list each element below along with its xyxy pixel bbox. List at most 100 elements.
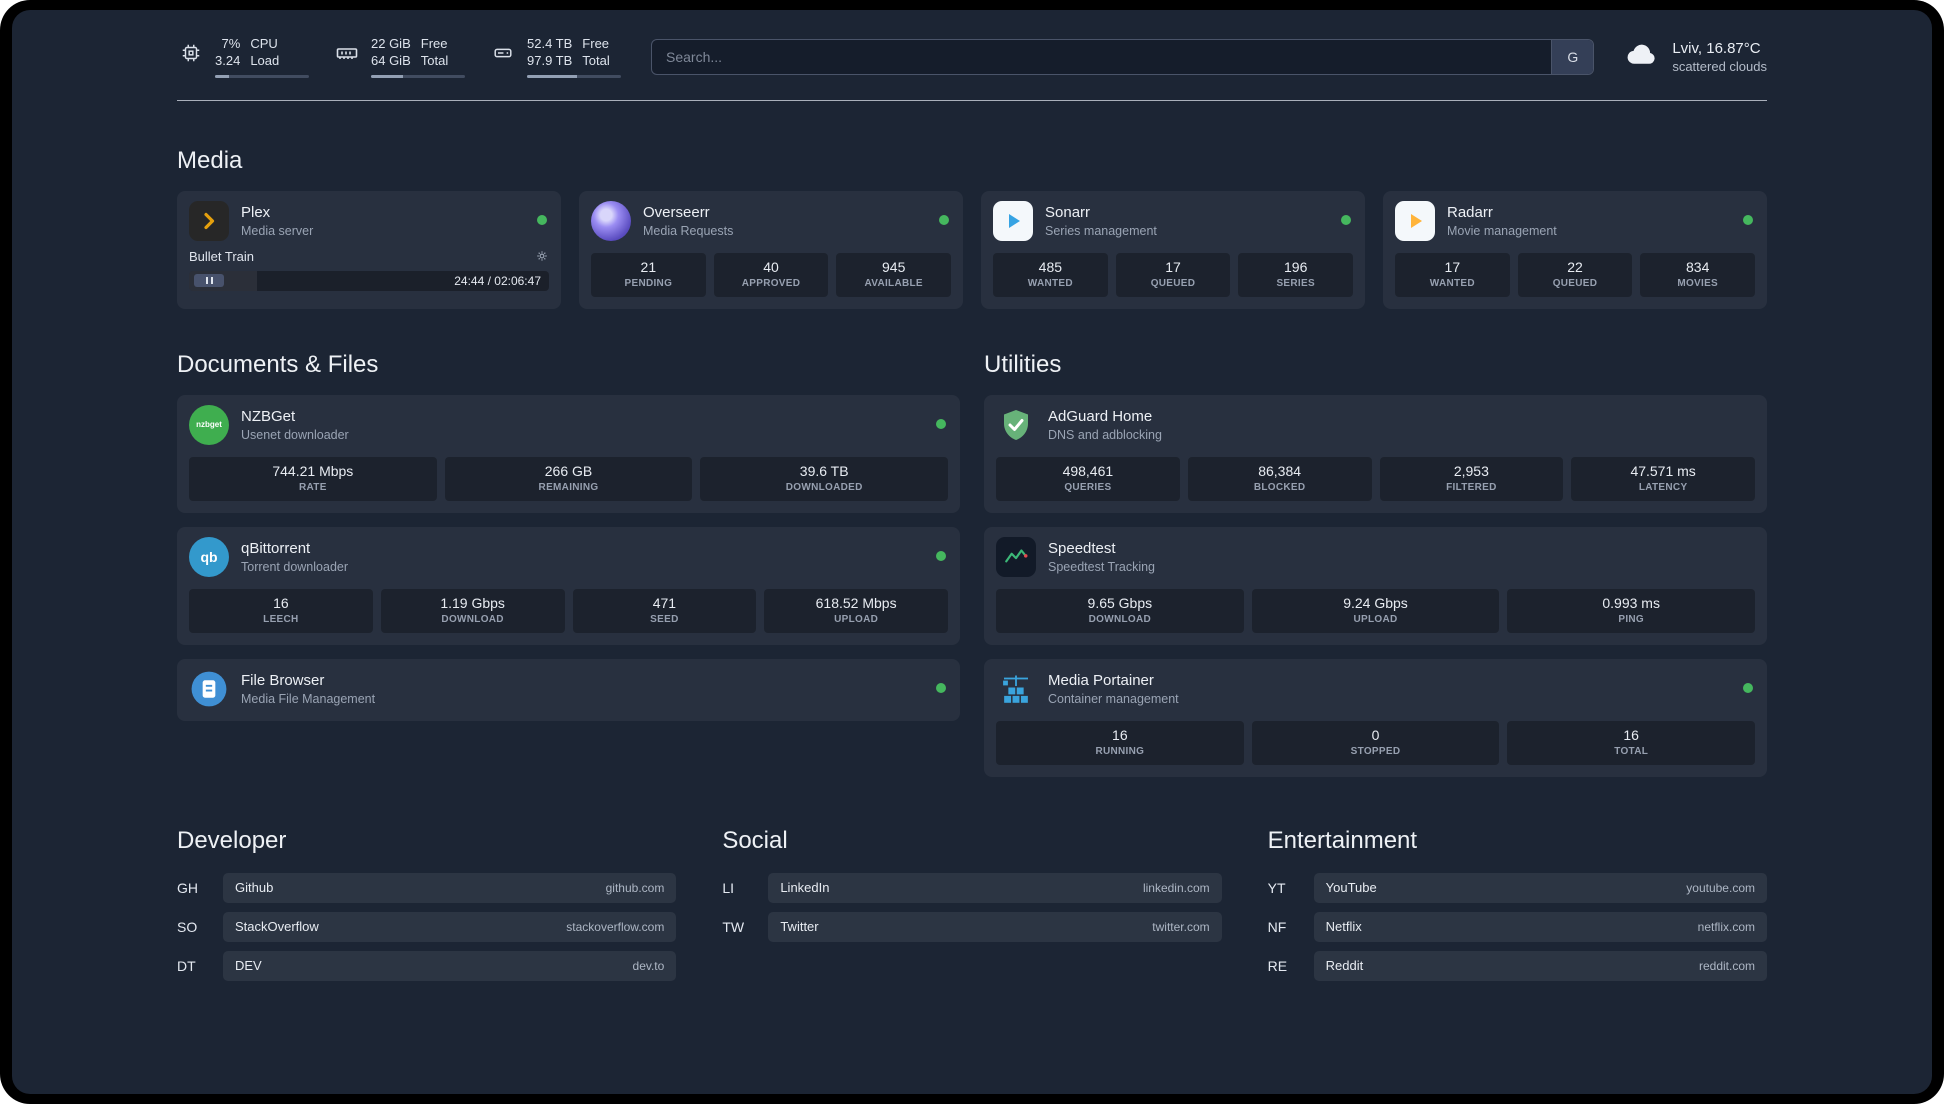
bookmarks-developer: Developer GH Github github.com SO StackO… (177, 827, 677, 990)
qbittorrent-icon: qb (189, 536, 229, 577)
bookmark-twitter[interactable]: TW Twitter twitter.com (722, 911, 1222, 942)
player-settings-gear-icon[interactable] (535, 249, 549, 263)
status-dot (1341, 214, 1351, 225)
service-card-portainer[interactable]: Media Portainer Container management 16 … (984, 658, 1767, 777)
disk-free-value: 52.4 TB (527, 36, 573, 51)
stat-upload: 618.52 Mbps UPLOAD (764, 588, 948, 633)
bookmark-name: Twitter (780, 919, 819, 935)
service-name: AdGuard Home (1048, 407, 1153, 425)
search-input[interactable] (652, 39, 1552, 74)
stat-filtered: 2,953 FILTERED (1379, 456, 1564, 501)
bookmark-reddit[interactable]: RE Reddit reddit.com (1267, 950, 1767, 981)
bookmark-linkedin[interactable]: LI LinkedIn linkedin.com (722, 872, 1222, 903)
service-desc: Usenet downloader (241, 427, 349, 442)
service-desc: Series management (1045, 223, 1157, 238)
bookmarks-social: Social LI LinkedIn linkedin.com TW Twitt… (722, 827, 1222, 990)
service-desc: Media Requests (643, 223, 734, 238)
search-provider-button[interactable]: G (1551, 39, 1594, 74)
filebrowser-icon (189, 669, 229, 709)
disk-icon (489, 42, 517, 64)
service-desc: DNS and adblocking (1048, 427, 1162, 442)
section-title-media: Media (177, 146, 243, 174)
memory-total-label: Total (420, 52, 449, 68)
bookmark-url: stackoverflow.com (566, 919, 665, 934)
service-card-plex[interactable]: Plex Media server Bullet Train 24:44 / 0… (177, 190, 561, 309)
bookmark-abbr: YT (1267, 879, 1286, 896)
weather-location: Lviv, 16.87°C (1672, 39, 1761, 57)
stat-queued: 17 QUEUED (1115, 252, 1231, 297)
service-card-nzbget[interactable]: nzbget NZBGet Usenet downloader 744.21 M… (177, 394, 960, 513)
stat-series: 196 SERIES (1238, 252, 1354, 297)
status-dot (1743, 214, 1753, 225)
service-card-adguard[interactable]: AdGuard Home DNS and adblocking 498,461 … (984, 394, 1767, 513)
bookmark-url: dev.to (632, 958, 665, 973)
stat-rate: 744.21 Mbps RATE (189, 456, 437, 501)
now-playing-widget: Bullet Train 24:44 / 02:06:47 (189, 249, 549, 291)
cpu-usage-label: CPU (250, 36, 278, 51)
stat-queries: 498,461 QUERIES (996, 456, 1180, 501)
service-name: Overseerr (643, 203, 710, 221)
cpu-icon (177, 42, 205, 64)
stat-wanted: 17 WANTED (1395, 252, 1510, 297)
stat-downloaded: 39.6 TB DOWNLOADED (700, 456, 949, 501)
bookmark-abbr: SO (177, 918, 198, 935)
service-card-speedtest[interactable]: Speedtest Speedtest Tracking 9.65 Gbps D… (984, 526, 1767, 645)
disk-free-label: Free (582, 36, 610, 51)
cpu-load-label: Load (250, 52, 280, 68)
bookmark-dev[interactable]: DT DEV dev.to (177, 950, 677, 981)
stat-pending: 21 PENDING (591, 252, 706, 297)
status-dot (936, 550, 946, 561)
service-card-filebrowser[interactable]: File Browser Media File Management (177, 658, 960, 721)
bookmark-url: twitter.com (1152, 919, 1210, 934)
service-card-overseerr[interactable]: Overseerr Media Requests 21 PENDING 40 A… (579, 190, 963, 309)
bookmark-abbr: DT (177, 957, 196, 974)
stat-stopped: 0 STOPPED (1251, 720, 1500, 765)
bookmark-name: Reddit (1325, 958, 1364, 974)
stat-available: 945 AVAILABLE (836, 252, 952, 297)
memory-free-value: 22 GiB (371, 36, 411, 51)
stat-leech: 16 LEECH (189, 588, 373, 633)
section-title-documents: Documents & Files (177, 350, 379, 378)
stat-approved: 40 APPROVED (713, 252, 829, 297)
bookmark-name: LinkedIn (780, 880, 830, 896)
media-grid: Plex Media server Bullet Train 24:44 / 0… (177, 190, 1767, 309)
stat-upload: 9.24 Gbps UPLOAD (1251, 588, 1500, 633)
bookmark-name: YouTube (1325, 880, 1377, 896)
section-title-entertainment: Entertainment (1267, 826, 1418, 854)
service-card-qbittorrent[interactable]: qb qBittorrent Torrent downloader 16 LEE… (177, 526, 960, 645)
memory-icon (333, 41, 361, 65)
playback-progress-bar[interactable]: 24:44 / 02:06:47 (189, 270, 549, 291)
plex-icon (189, 200, 229, 241)
cpu-widget: 7% 3.24 CPU Load (177, 36, 309, 78)
bookmark-name: DEV (235, 958, 262, 974)
pause-button[interactable] (194, 274, 224, 288)
speedtest-icon (996, 536, 1036, 577)
bookmark-github[interactable]: GH Github github.com (177, 872, 677, 903)
adguard-icon (996, 405, 1036, 445)
service-desc: Torrent downloader (241, 559, 349, 574)
portainer-icon (996, 669, 1036, 709)
status-dot (936, 418, 946, 429)
bookmark-stackoverflow[interactable]: SO StackOverflow stackoverflow.com (177, 911, 677, 942)
system-resources: 7% 3.24 CPU Load 22 GiB 64 GiB Free Tota… (177, 36, 621, 78)
overseerr-icon (591, 200, 631, 241)
section-title-utilities: Utilities (984, 350, 1062, 378)
bookmark-youtube[interactable]: YT YouTube youtube.com (1267, 872, 1767, 903)
service-desc: Container management (1048, 691, 1179, 706)
stat-download: 9.65 Gbps DOWNLOAD (996, 588, 1244, 633)
bookmarks: Developer GH Github github.com SO StackO… (177, 827, 1767, 1030)
bookmark-name: Netflix (1325, 919, 1362, 935)
service-card-radarr[interactable]: Radarr Movie management 17 WANTED 22 QUE… (1383, 190, 1767, 309)
service-desc: Media File Management (241, 691, 376, 706)
bookmark-name: Github (235, 880, 274, 896)
service-card-sonarr[interactable]: Sonarr Series management 485 WANTED 17 Q… (981, 190, 1365, 309)
stat-total: 16 TOTAL (1507, 720, 1756, 765)
disk-usage-bar (527, 74, 621, 78)
bookmark-netflix[interactable]: NF Netflix netflix.com (1268, 911, 1767, 942)
status-dot (537, 214, 547, 225)
top-bar: 7% 3.24 CPU Load 22 GiB 64 GiB Free Tota… (177, 10, 1767, 78)
topbar-divider (177, 99, 1767, 101)
bookmark-abbr: RE (1267, 957, 1288, 974)
service-name: NZBGet (241, 407, 296, 425)
cloud-icon (1624, 36, 1660, 77)
